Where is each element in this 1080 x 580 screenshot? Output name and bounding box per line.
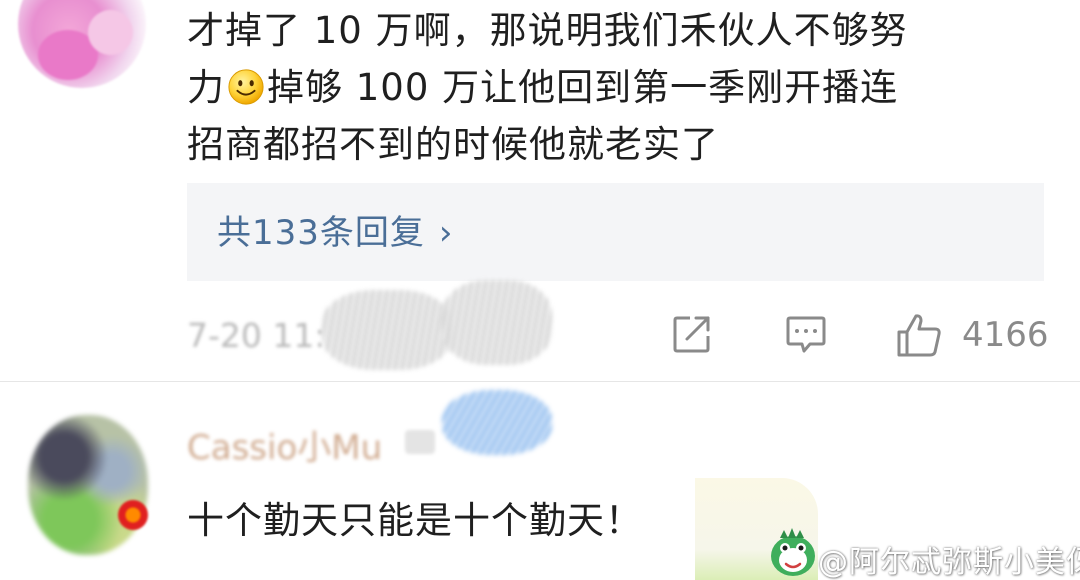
comment-icon <box>786 316 826 353</box>
watermark: @阿尔忒弥斯小美伢 <box>818 545 1080 580</box>
vip-level-icon <box>405 430 435 454</box>
view-replies-label: 共133条回复 <box>217 213 425 253</box>
timestamp: 7-20 11: <box>187 316 326 355</box>
view-replies-link[interactable]: 共133条回复 › <box>217 213 454 253</box>
redaction-smudge <box>442 390 552 455</box>
thumbs-up-icon <box>897 314 941 357</box>
dinosaur-sticker-icon <box>771 528 815 576</box>
comment-line-1: 才掉了 10 万啊，那说明我们禾伙人不够努 <box>187 9 908 52</box>
comment-line-2: 力 掉够 100 万让他回到第一季刚开播连 <box>187 59 1047 116</box>
chevron-right-icon: › <box>438 213 454 253</box>
comment-thread: 才掉了 10 万啊，那说明我们禾伙人不够努 力 掉够 100 万让他回到第一季刚… <box>0 0 1080 580</box>
comment-line-2-prefix: 力 <box>187 66 225 109</box>
like-count: 4166 <box>962 315 1049 355</box>
comment-line-2-rest: 掉够 100 万让他回到第一季刚开播连 <box>267 66 899 109</box>
share-icon <box>673 316 710 353</box>
comment-line-3: 招商都招不到的时候他就老实了 <box>187 123 719 166</box>
share-button[interactable] <box>670 312 714 356</box>
replies-panel: 共133条回复 › <box>187 183 1044 281</box>
comment-body: 十个勤天只能是十个勤天！ <box>187 499 643 542</box>
avatar[interactable] <box>18 0 146 88</box>
redaction-smudge <box>322 290 452 370</box>
username[interactable]: Cassio小Mu <box>187 420 382 469</box>
comment-button[interactable] <box>784 312 828 356</box>
avatar-image <box>28 415 148 555</box>
divider <box>0 381 1080 382</box>
avatar[interactable] <box>28 415 148 555</box>
redaction-smudge <box>442 280 552 365</box>
comment-body: 才掉了 10 万啊，那说明我们禾伙人不够努 力 掉够 100 万让他回到第一季刚… <box>187 2 1047 173</box>
comment-meta: 7-20 11: <box>187 280 567 370</box>
verified-badge-icon <box>118 500 148 530</box>
like-button[interactable] <box>895 312 943 357</box>
smiley-emoji-icon <box>228 69 264 105</box>
